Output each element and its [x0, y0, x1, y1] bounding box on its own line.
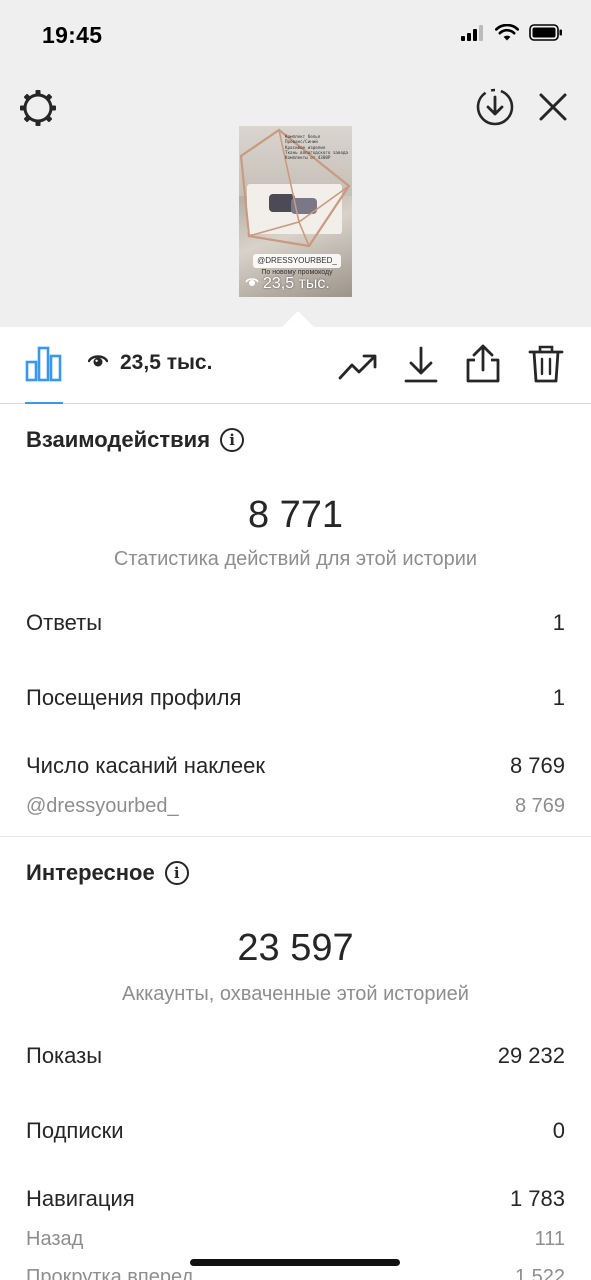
- discovery-caption: Аккаунты, охваченные этой историей: [122, 983, 469, 1005]
- stat-sub-value: 111: [534, 1228, 565, 1250]
- status-bar: 19:45: [0, 0, 591, 70]
- trash-icon[interactable]: [527, 343, 565, 385]
- insights-tab[interactable]: [24, 345, 64, 385]
- wifi-icon: [494, 23, 520, 46]
- interactions-total: 8 771: [247, 494, 344, 536]
- thumb-views-count: 23,5 тыс.: [263, 275, 330, 292]
- stat-subrow-back: Назад 111: [26, 1228, 565, 1251]
- discovery-title: Интересное: [26, 860, 155, 885]
- eye-icon: [87, 353, 109, 374]
- stat-sub-value: 1 522: [514, 1266, 565, 1280]
- status-icons: [461, 23, 563, 46]
- stat-subrow-mention: @dressyourbed_ 8 769: [26, 795, 565, 818]
- interactions-header: Взаимодействия i: [26, 427, 245, 453]
- signal-icon: [461, 24, 485, 46]
- info-icon[interactable]: i: [220, 428, 245, 452]
- stat-value: 0: [552, 1118, 565, 1143]
- stat-value: 29 232: [497, 1043, 565, 1068]
- stat-label: Число касаний наклеек: [26, 753, 265, 778]
- thumb-views: 23,5 тыс.: [245, 275, 330, 293]
- interactions-caption: Статистика действий для этой истории: [113, 548, 478, 570]
- stat-row-profile-visits: Посещения профиля 1: [26, 685, 565, 711]
- stat-label: Посещения профиля: [26, 685, 242, 710]
- stat-label: Ответы: [26, 610, 103, 635]
- stat-sub-label: @dressyourbed_: [26, 795, 179, 817]
- close-icon[interactable]: [534, 88, 572, 126]
- stat-row-impressions: Показы 29 232: [26, 1043, 565, 1069]
- promote-trend-icon[interactable]: [338, 349, 378, 385]
- save-download-icon[interactable]: [402, 345, 440, 385]
- story-toolbar: 23,5 тыс.: [0, 327, 591, 404]
- discovery-total: 23 597: [237, 927, 354, 969]
- thumb-mention-sticker: @DRESSYOURBED_: [253, 254, 341, 268]
- stat-value: 1: [552, 610, 565, 635]
- stat-sub-label: Прокрутка вперед: [26, 1266, 194, 1280]
- views-tab[interactable]: 23,5 тыс.: [87, 351, 213, 375]
- stat-row-follows: Подписки 0: [26, 1118, 565, 1144]
- views-count: 23,5 тыс.: [120, 351, 213, 374]
- settings-gear-icon[interactable]: [16, 86, 60, 130]
- bar-chart-icon: [25, 344, 63, 387]
- caption-line: Комплекты от 4300Р: [285, 155, 331, 161]
- preview-pointer: [281, 311, 315, 328]
- story-thumbnail[interactable]: Комплект белья Прованс/Синий Красивое из…: [239, 126, 352, 297]
- eye-icon: [245, 275, 259, 293]
- download-circle-icon[interactable]: [474, 86, 516, 128]
- stat-value: 8 769: [509, 753, 565, 778]
- share-icon[interactable]: [463, 343, 503, 385]
- home-indicator[interactable]: [190, 1259, 400, 1266]
- stat-row-navigation: Навигация 1 783: [26, 1186, 565, 1212]
- stat-sub-label: Назад: [26, 1228, 84, 1250]
- stat-value: 1: [552, 685, 565, 710]
- stat-row-replies: Ответы 1: [26, 610, 565, 636]
- section-divider: [0, 836, 591, 837]
- discovery-header: Интересное i: [26, 860, 189, 886]
- active-tab-indicator: [25, 402, 63, 404]
- story-preview-area: 19:45 Комплект белья Прованс/Синий Краси…: [0, 0, 591, 328]
- stat-label: Подписки: [26, 1118, 124, 1143]
- battery-icon: [529, 24, 563, 46]
- info-icon[interactable]: i: [164, 861, 189, 885]
- stat-label: Показы: [26, 1043, 103, 1068]
- stat-subrow-forward: Прокрутка вперед 1 522: [26, 1266, 565, 1280]
- status-time: 19:45: [42, 22, 103, 48]
- stat-value: 1 783: [509, 1186, 565, 1211]
- stat-label: Навигация: [26, 1186, 135, 1211]
- stat-sub-value: 8 769: [514, 795, 565, 817]
- interactions-title: Взаимодействия: [26, 427, 211, 452]
- stat-row-sticker-taps: Число касаний наклеек 8 769: [26, 753, 565, 779]
- thumb-caption: Комплект белья Прованс/Синий Красивое из…: [285, 134, 349, 160]
